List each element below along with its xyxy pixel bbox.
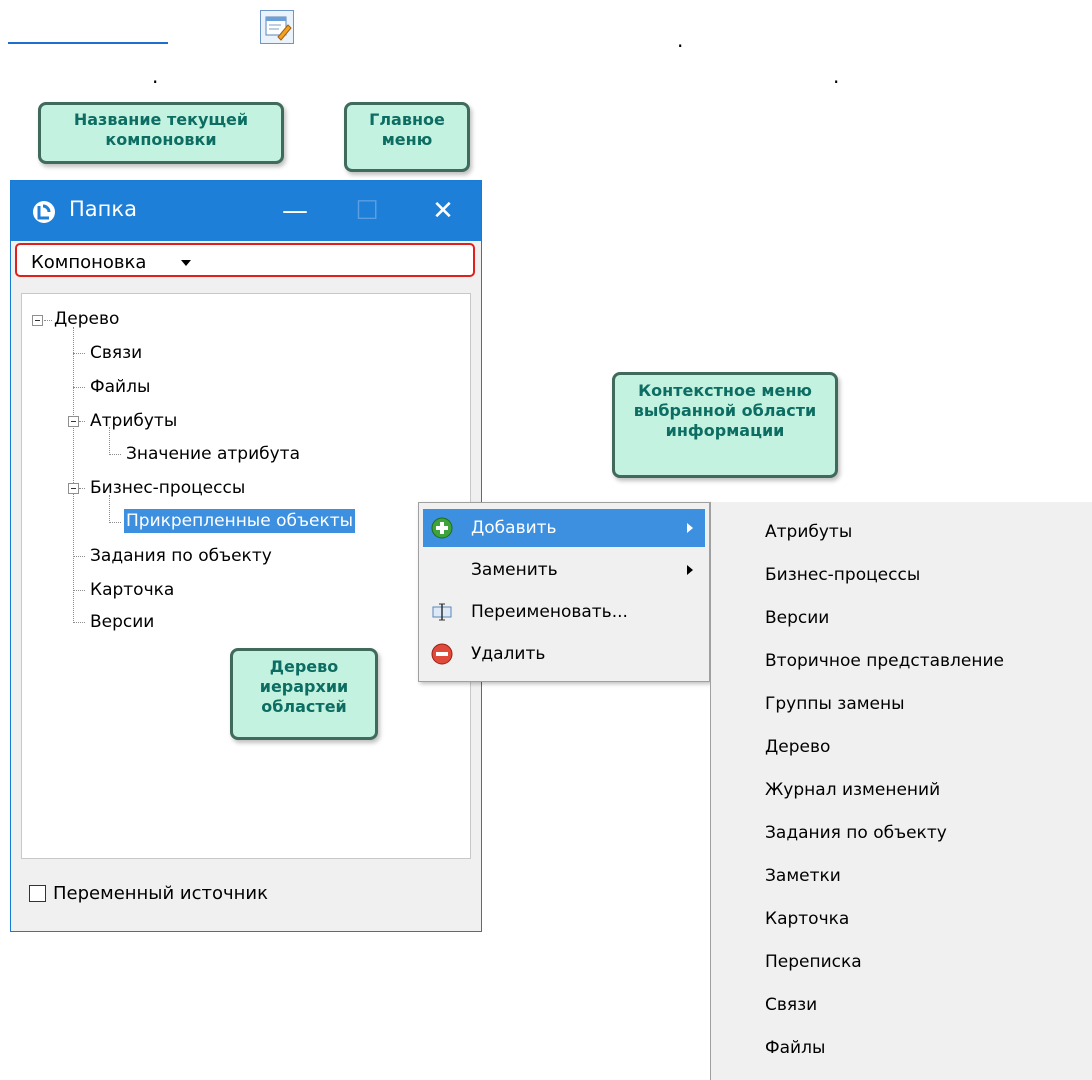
collapse-toggle-icon[interactable] (68, 483, 79, 494)
submenu-item[interactable]: Файлы (765, 1038, 825, 1058)
context-menu: Добавить Заменить Переименовать... Удали… (418, 502, 710, 682)
submenu-item[interactable]: Переписка (765, 952, 862, 972)
menu-item-label: Заменить (471, 560, 558, 580)
submenu-item[interactable]: Вторичное представление (765, 651, 1004, 671)
callout-text: Контекстное меню выбранной области инфор… (633, 381, 817, 440)
tree-node[interactable]: Связи (90, 343, 142, 363)
submenu-item[interactable]: Версии (765, 608, 829, 628)
submenu-item[interactable]: Дерево (765, 737, 830, 757)
variable-source-label[interactable]: Переменный источник (53, 883, 268, 904)
menu-item-delete[interactable]: Удалить (423, 635, 705, 673)
submenu-item[interactable]: Группы замены (765, 694, 905, 714)
doc-dot: . (833, 64, 840, 88)
layout-menu-bar[interactable]: Компоновка (15, 243, 475, 277)
tree-node[interactable]: Задания по объекту (90, 546, 272, 566)
menu-item-label: Удалить (471, 644, 546, 664)
close-button[interactable]: ✕ (421, 189, 465, 233)
callout-context-menu: Контекстное меню выбранной области инфор… (612, 372, 838, 478)
delete-icon (431, 643, 453, 665)
collapse-toggle-icon[interactable] (32, 315, 43, 326)
menu-item-replace[interactable]: Заменить (423, 551, 705, 589)
submenu-item[interactable]: Журнал изменений (765, 780, 940, 800)
tree-node[interactable]: Значение атрибута (126, 444, 300, 464)
maximize-button[interactable]: ☐ (345, 189, 389, 233)
submenu-item[interactable]: Связи (765, 995, 817, 1015)
checkbox-icon[interactable] (29, 885, 46, 902)
submenu-arrow-icon (687, 523, 693, 533)
tree-node[interactable]: Карточка (90, 580, 174, 600)
menu-item-add[interactable]: Добавить (423, 509, 705, 547)
doc-dot: . (677, 28, 684, 52)
title-bar[interactable]: Папка — ☐ ✕ (11, 181, 481, 241)
menu-item-label: Переименовать... (471, 602, 628, 622)
callout-text: Главное меню (369, 110, 445, 149)
doc-dot: . (152, 64, 159, 88)
submenu-item[interactable]: Задания по объекту (765, 823, 947, 843)
submenu-arrow-icon (687, 565, 693, 575)
callout-main-menu: Главное меню (344, 102, 470, 172)
add-submenu: Атрибуты Бизнес-процессы Версии Вторично… (710, 502, 1092, 1080)
callout-tree: Дерево иерархии областей (230, 648, 378, 740)
submenu-item[interactable]: Карточка (765, 909, 849, 929)
tree-node-selected[interactable]: Прикрепленные объекты (124, 509, 356, 533)
layout-menu-label[interactable]: Компоновка (31, 252, 146, 273)
folder-window: Папка — ☐ ✕ Компоновка Дерево Связи Файл… (10, 180, 482, 932)
menu-item-rename[interactable]: Переименовать... (423, 593, 705, 631)
doc-link[interactable] (8, 42, 168, 44)
submenu-item[interactable]: Бизнес-процессы (765, 565, 920, 585)
tree-node[interactable]: Бизнес-процессы (90, 478, 245, 498)
submenu-item[interactable]: Заметки (765, 866, 841, 886)
tree-node[interactable]: Версии (90, 612, 154, 632)
add-icon (431, 517, 453, 539)
app-logo-icon (31, 199, 57, 225)
callout-text: Дерево иерархии областей (259, 657, 349, 716)
tree-node[interactable]: Файлы (90, 377, 150, 397)
chevron-down-icon[interactable] (181, 260, 191, 266)
window-title: Папка (69, 197, 137, 221)
rename-icon (431, 601, 453, 623)
collapse-toggle-icon[interactable] (68, 416, 79, 427)
minimize-button[interactable]: — (273, 189, 317, 233)
tree-node-root[interactable]: Дерево (54, 309, 119, 329)
menu-item-label: Добавить (471, 518, 557, 538)
callout-layout-name: Название текущей компоновки (38, 102, 284, 164)
edit-layout-icon[interactable] (260, 10, 294, 44)
callout-text: Название текущей компоновки (73, 110, 249, 149)
tree-node[interactable]: Атрибуты (90, 411, 177, 431)
region-tree: Дерево Связи Файлы Атрибуты Значение атр… (21, 293, 471, 859)
submenu-item[interactable]: Атрибуты (765, 522, 852, 542)
